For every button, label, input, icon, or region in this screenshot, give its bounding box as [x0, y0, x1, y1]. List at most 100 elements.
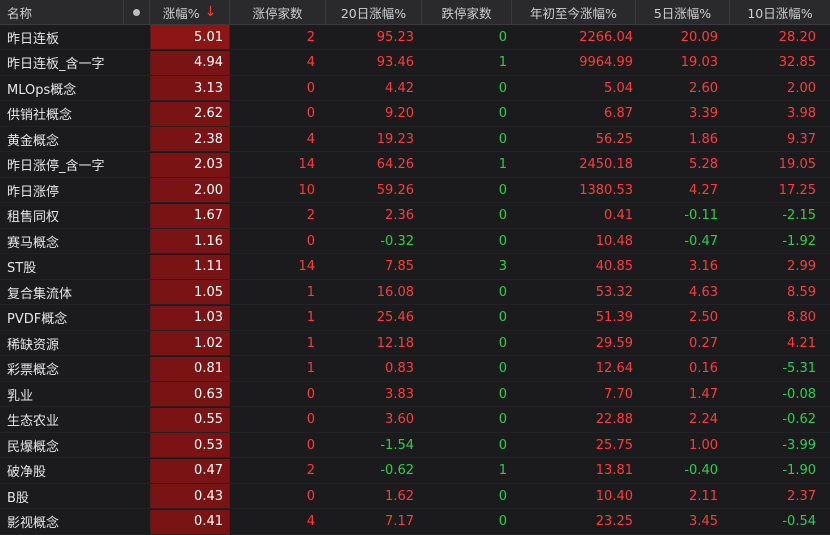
cell-marker	[124, 306, 150, 330]
cell-5d-change: 5.28	[689, 157, 718, 172]
column-header-5d-change[interactable]: 5日涨幅%	[636, 0, 730, 24]
cell-marker	[124, 357, 150, 381]
cell-limit-down-count: 0	[498, 488, 507, 504]
table-row[interactable]: ST股 1.11 14 7.85 3 40.85 3.16 2.99	[0, 254, 830, 280]
cell-change-pct: 5.01	[150, 25, 230, 49]
table-row[interactable]: 赛马概念 1.16 0 -0.32 0 10.48 -0.47 -1.92	[0, 229, 830, 254]
cell-20d-change: 1.62	[385, 488, 414, 504]
column-header-limit-up-count[interactable]: 涨停家数	[230, 0, 326, 24]
table-row[interactable]: 生态农业 0.55 0 3.60 0 22.88 2.24 -0.62	[0, 407, 830, 433]
cell-10d-change: 8.80	[787, 310, 816, 325]
table-row[interactable]: B股 0.43 0 1.62 0 10.40 2.11 2.37	[0, 484, 830, 509]
cell-10d-change: 9.37	[787, 131, 816, 147]
cell-name: 昨日连板	[7, 31, 60, 47]
cell-marker	[124, 25, 150, 49]
cell-limit-up-count: 1	[306, 284, 315, 300]
table-row[interactable]: 租售同权 1.67 2 2.36 0 0.41 -0.11 -2.15	[0, 203, 830, 229]
cell-change-pct: 1.03	[150, 305, 230, 330]
cell-10d-change: 28.20	[778, 29, 816, 45]
table-row[interactable]: 昨日连板 5.01 2 95.23 0 2266.04 20.09 28.20	[0, 25, 830, 50]
cell-20d-change: 95.23	[376, 29, 414, 45]
cell-20d-change: 7.17	[385, 514, 414, 529]
cell-20d-change: 16.08	[376, 284, 414, 300]
cell-change-pct: 1.16	[150, 229, 230, 253]
cell-ytd-change: 1380.53	[579, 182, 633, 198]
cell-name: 乳业	[7, 388, 34, 404]
cell-5d-change: 3.16	[689, 259, 718, 274]
table-row[interactable]: 稀缺资源 1.02 1 12.18 0 29.59 0.27 4.21	[0, 331, 830, 356]
cell-limit-up-count: 0	[306, 80, 315, 96]
cell-limit-down-count: 0	[498, 335, 507, 351]
cell-limit-up-count: 2	[306, 208, 315, 223]
table-row[interactable]: MLOps概念 3.13 0 4.42 0 5.04 2.60 2.00	[0, 76, 830, 101]
cell-name: 租售同权	[7, 210, 60, 225]
cell-5d-change: -0.47	[684, 233, 718, 249]
cell-10d-change: -0.08	[782, 386, 816, 402]
table-row[interactable]: 民爆概念 0.53 0 -1.54 0 25.75 1.00 -3.99	[0, 433, 830, 458]
table-row[interactable]: 供销社概念 2.62 0 9.20 0 6.87 3.39 3.98	[0, 101, 830, 127]
column-header-name[interactable]: 名称	[0, 0, 124, 24]
table-row[interactable]: 黄金概念 2.38 4 19.23 0 56.25 1.86 9.37	[0, 127, 830, 152]
table-row[interactable]: PVDF概念 1.03 1 25.46 0 51.39 2.50 8.80	[0, 305, 830, 331]
cell-10d-change: 32.85	[778, 55, 816, 70]
cell-ytd-change: 6.87	[604, 106, 633, 121]
cell-20d-change: -0.62	[380, 463, 414, 478]
cell-ytd-change: 40.85	[595, 259, 633, 274]
column-settings-dot[interactable]	[124, 0, 150, 24]
cell-change-pct: 4.94	[150, 50, 230, 75]
cell-limit-down-count: 0	[498, 437, 507, 453]
cell-name: PVDF概念	[7, 312, 68, 327]
cell-10d-change: 2.00	[787, 80, 816, 96]
cell-limit-down-count: 0	[498, 208, 507, 223]
cell-20d-change: 12.18	[376, 335, 414, 351]
cell-10d-change: 8.59	[787, 284, 816, 300]
cell-marker	[124, 510, 150, 534]
cell-limit-up-count: 4	[306, 514, 315, 529]
column-header-10d-change[interactable]: 10日涨幅%	[730, 0, 830, 24]
table-row[interactable]: 昨日连板_含一字 4.94 4 93.46 1 9964.99 19.03 32.85	[0, 50, 830, 76]
cell-ytd-change: 23.25	[595, 514, 633, 529]
cell-5d-change: 3.39	[689, 106, 718, 121]
table-row[interactable]: 彩票概念 0.81 1 0.83 0 12.64 0.16 -5.31	[0, 356, 830, 382]
cell-5d-change: 2.60	[689, 80, 718, 96]
cell-5d-change: 1.00	[689, 437, 718, 453]
dot-icon	[133, 8, 140, 16]
column-header-change-pct[interactable]: 涨幅% ↓	[150, 0, 230, 24]
table-row[interactable]: 昨日涨停_含一字 2.03 14 64.26 1 2450.18 5.28 19.05	[0, 152, 830, 178]
table-row[interactable]: 复合集流体 1.05 1 16.08 0 53.32 4.63 8.59	[0, 280, 830, 305]
cell-20d-change: 0.83	[385, 361, 414, 376]
cell-name: 破净股	[7, 465, 47, 480]
column-header-limit-down-count[interactable]: 跌停家数	[422, 0, 512, 24]
cell-marker	[124, 331, 150, 355]
cell-change-pct: 2.62	[150, 101, 230, 126]
table-row[interactable]: 影视概念 0.41 4 7.17 0 23.25 3.45 -0.54	[0, 509, 830, 535]
cell-limit-up-count: 14	[298, 259, 315, 274]
table-row[interactable]: 破净股 0.47 2 -0.62 1 13.81 -0.40 -1.90	[0, 458, 830, 484]
cell-marker	[124, 484, 150, 508]
cell-name: 复合集流体	[7, 286, 73, 302]
cell-limit-down-count: 0	[498, 182, 507, 198]
table-row[interactable]: 乳业 0.63 0 3.83 0 7.70 1.47 -0.08	[0, 382, 830, 407]
column-header-ytd-change[interactable]: 年初至今涨幅%	[512, 0, 636, 24]
cell-limit-down-count: 0	[498, 233, 507, 249]
cell-marker	[124, 204, 150, 228]
cell-5d-change: 2.24	[689, 412, 718, 427]
cell-10d-change: -5.31	[782, 361, 816, 376]
cell-name: 影视概念	[7, 516, 60, 531]
cell-limit-up-count: 4	[306, 131, 315, 147]
cell-limit-down-count: 0	[498, 29, 507, 45]
cell-limit-down-count: 0	[498, 106, 507, 121]
cell-limit-down-count: 0	[498, 284, 507, 300]
cell-marker	[124, 102, 150, 126]
cell-marker	[124, 459, 150, 483]
column-header-20d-change[interactable]: 20日涨幅%	[326, 0, 422, 24]
cell-limit-down-count: 0	[498, 386, 507, 402]
cell-change-pct: 0.81	[150, 356, 230, 381]
cell-limit-up-count: 0	[306, 386, 315, 402]
cell-marker	[124, 76, 150, 100]
cell-marker	[124, 408, 150, 432]
cell-limit-up-count: 14	[298, 157, 315, 172]
cell-ytd-change: 2450.18	[579, 157, 633, 172]
table-row[interactable]: 昨日涨停 2.00 10 59.26 0 1380.53 4.27 17.25	[0, 178, 830, 203]
cell-change-pct: 0.41	[150, 509, 230, 534]
